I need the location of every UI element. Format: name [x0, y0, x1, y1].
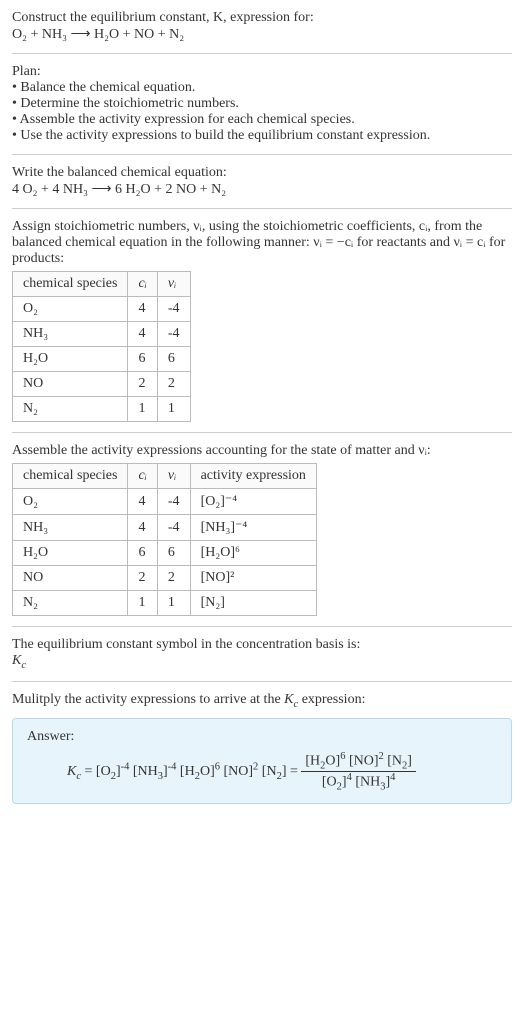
fraction-denominator: [O2]4 [NH3]4	[301, 772, 416, 792]
plan-item: • Determine the stoichiometric numbers.	[12, 96, 512, 112]
cell-species: H₂O	[13, 347, 128, 372]
cell-species: O₂	[13, 489, 128, 515]
symbol-text: The equilibrium constant symbol in the c…	[12, 637, 512, 653]
intro-reaction: O₂ + NH₃ ⟶ H₂O + NO + N₂	[12, 26, 512, 43]
cell-c: 4	[128, 297, 157, 322]
assemble-block: Assemble the activity expressions accoun…	[12, 443, 512, 616]
balanced-block: Write the balanced chemical equation: 4 …	[12, 165, 512, 198]
col-activity: activity expression	[190, 464, 316, 489]
table-row: NH₃ 4 -4	[13, 322, 191, 347]
cell-c: 6	[128, 541, 157, 566]
activity-table: chemical species cᵢ νᵢ activity expressi…	[12, 463, 317, 616]
cell-c: 2	[128, 372, 157, 397]
table-header-row: chemical species cᵢ νᵢ	[13, 272, 191, 297]
cell-species: NH₃	[13, 515, 128, 541]
cell-species: NH₃	[13, 322, 128, 347]
table-header-row: chemical species cᵢ νᵢ activity expressi…	[13, 464, 317, 489]
cell-species: N₂	[13, 591, 128, 616]
divider	[12, 154, 512, 155]
answer-fraction: [H2O]6 [NO]2 [N2] [O2]4 [NH3]4	[301, 751, 416, 793]
answer-label: Answer:	[27, 729, 497, 745]
table-row: NO 2 2 [NO]²	[13, 566, 317, 591]
divider	[12, 432, 512, 433]
divider	[12, 626, 512, 627]
table-row: NH₃ 4 -4 [NH₃]⁻⁴	[13, 515, 317, 541]
answer-expression: Kc = [O2]-4 [NH3]-4 [H2O]6 [NO]2 [N2] = …	[27, 751, 497, 793]
cell-c: 2	[128, 566, 157, 591]
cell-v: 6	[157, 347, 190, 372]
table-row: H₂O 6 6 [H₂O]⁶	[13, 541, 317, 566]
plan-heading: Plan:	[12, 64, 512, 80]
col-species: chemical species	[13, 272, 128, 297]
cell-activity: [N₂]	[190, 591, 316, 616]
plan-item: • Use the activity expressions to build …	[12, 128, 512, 144]
multiply-text: Mulitply the activity expressions to arr…	[12, 692, 512, 710]
cell-species: NO	[13, 566, 128, 591]
plan-block: Plan: • Balance the chemical equation. •…	[12, 64, 512, 144]
cell-v: -4	[157, 322, 190, 347]
intro-line1: Construct the equilibrium constant, K, e…	[12, 10, 512, 26]
assemble-text: Assemble the activity expressions accoun…	[12, 443, 512, 459]
assign-block: Assign stoichiometric numbers, νᵢ, using…	[12, 219, 512, 422]
cell-v: -4	[157, 297, 190, 322]
cell-v: 2	[157, 566, 190, 591]
cell-v: 1	[157, 591, 190, 616]
cell-c: 1	[128, 591, 157, 616]
cell-activity: [O₂]⁻⁴	[190, 489, 316, 515]
cell-c: 4	[128, 515, 157, 541]
col-ci: cᵢ	[128, 464, 157, 489]
cell-activity: [H₂O]⁶	[190, 541, 316, 566]
fraction-numerator: [H2O]6 [NO]2 [N2]	[301, 751, 416, 772]
cell-c: 6	[128, 347, 157, 372]
table-row: O₂ 4 -4	[13, 297, 191, 322]
cell-activity: [NH₃]⁻⁴	[190, 515, 316, 541]
divider	[12, 53, 512, 54]
balanced-equation: 4 O₂ + 4 NH₃ ⟶ 6 H₂O + 2 NO + N₂	[12, 181, 512, 198]
cell-c: 4	[128, 322, 157, 347]
symbol-value: Kc	[12, 653, 512, 671]
plan-item: • Assemble the activity expression for e…	[12, 112, 512, 128]
cell-v: 6	[157, 541, 190, 566]
cell-v: -4	[157, 489, 190, 515]
cell-v: 2	[157, 372, 190, 397]
stoichiometric-table: chemical species cᵢ νᵢ O₂ 4 -4 NH₃ 4 -4 …	[12, 271, 191, 422]
symbol-block: The equilibrium constant symbol in the c…	[12, 637, 512, 671]
table-row: N₂ 1 1	[13, 397, 191, 422]
table-row: O₂ 4 -4 [O₂]⁻⁴	[13, 489, 317, 515]
cell-species: O₂	[13, 297, 128, 322]
col-species: chemical species	[13, 464, 128, 489]
multiply-block: Mulitply the activity expressions to arr…	[12, 692, 512, 710]
cell-c: 4	[128, 489, 157, 515]
balanced-heading: Write the balanced chemical equation:	[12, 165, 512, 181]
intro-block: Construct the equilibrium constant, K, e…	[12, 10, 512, 43]
cell-activity: [NO]²	[190, 566, 316, 591]
table-row: NO 2 2	[13, 372, 191, 397]
cell-c: 1	[128, 397, 157, 422]
divider	[12, 208, 512, 209]
assign-text: Assign stoichiometric numbers, νᵢ, using…	[12, 219, 512, 267]
col-ci: cᵢ	[128, 272, 157, 297]
plan-item: • Balance the chemical equation.	[12, 80, 512, 96]
cell-v: -4	[157, 515, 190, 541]
cell-species: NO	[13, 372, 128, 397]
answer-box: Answer: Kc = [O2]-4 [NH3]-4 [H2O]6 [NO]2…	[12, 718, 512, 804]
cell-species: N₂	[13, 397, 128, 422]
table-row: H₂O 6 6	[13, 347, 191, 372]
table-row: N₂ 1 1 [N₂]	[13, 591, 317, 616]
col-vi: νᵢ	[157, 464, 190, 489]
divider	[12, 681, 512, 682]
cell-v: 1	[157, 397, 190, 422]
col-vi: νᵢ	[157, 272, 190, 297]
cell-species: H₂O	[13, 541, 128, 566]
